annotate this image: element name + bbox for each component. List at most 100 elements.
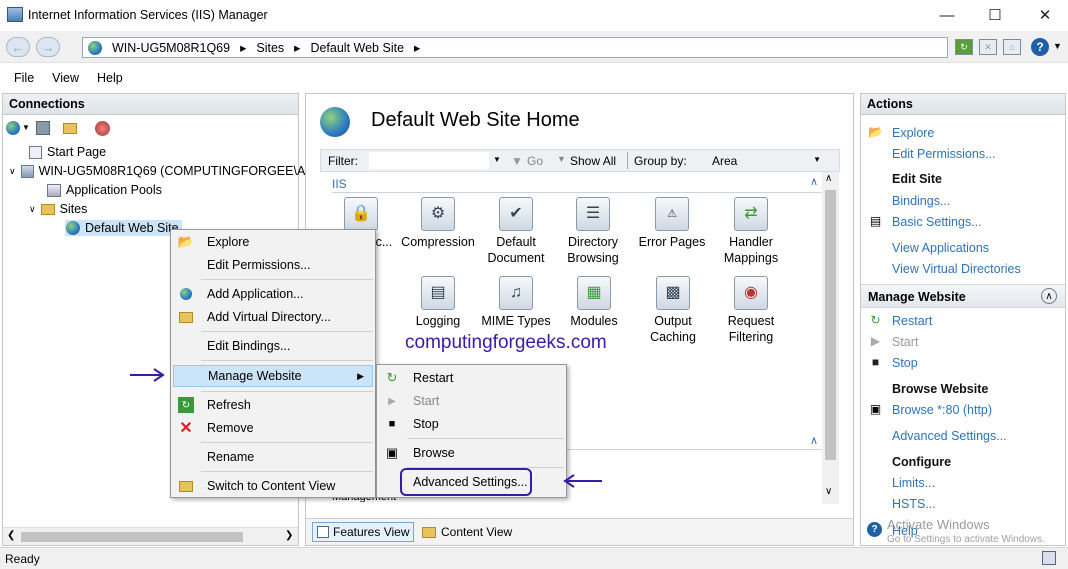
feature-compression[interactable]: ⚙ Compression xyxy=(398,197,478,250)
feature-directory-browsing[interactable]: ☰ Directory Browsing xyxy=(553,197,633,266)
home-icon[interactable]: ⌂ xyxy=(1003,39,1021,55)
window-title: Internet Information Services (IIS) Mana… xyxy=(28,8,268,22)
save-icon[interactable] xyxy=(36,121,50,135)
chevron-down-icon[interactable]: ▼ xyxy=(1053,41,1062,51)
collapse-icon[interactable]: ∧ xyxy=(1041,288,1057,304)
ctx-explore[interactable]: 📂 Explore xyxy=(171,231,375,253)
action-advanced-settings[interactable]: Advanced Settings... xyxy=(892,429,1007,443)
disconnect-icon[interactable] xyxy=(95,121,110,136)
action-explore[interactable]: Explore xyxy=(892,126,934,140)
ctx-edit-bindings[interactable]: Edit Bindings... xyxy=(171,335,375,357)
filter-input[interactable] xyxy=(369,152,489,169)
minimize-button[interactable]: — xyxy=(924,0,970,30)
restart-icon: ↻ xyxy=(870,313,881,327)
sub-restart[interactable]: ↻ Restart xyxy=(377,367,566,389)
browse-icon: ▣ xyxy=(385,445,399,460)
chevron-down-icon[interactable]: ∨ xyxy=(9,166,16,177)
collapse-icon[interactable]: ∧ xyxy=(810,175,818,188)
sub-browse[interactable]: ▣ Browse xyxy=(377,442,566,464)
ctx-edit-permissions[interactable]: Edit Permissions... xyxy=(171,254,375,276)
menu-view[interactable]: View xyxy=(52,71,79,85)
scroll-thumb[interactable] xyxy=(21,532,243,542)
action-limits[interactable]: Limits... xyxy=(892,476,935,490)
actions-panel: Actions 📂 Explore Edit Permissions... Ed… xyxy=(860,93,1066,546)
up-folder-icon[interactable] xyxy=(63,123,77,134)
content-view-tab[interactable]: Content View xyxy=(418,522,516,542)
maximize-button[interactable]: ☐ xyxy=(972,0,1018,30)
ctx-refresh[interactable]: ↻ Refresh xyxy=(171,394,375,416)
help-icon: ? xyxy=(867,522,882,537)
ctx-add-virtual-directory[interactable]: Add Virtual Directory... xyxy=(171,306,375,328)
group-by-select[interactable]: Area ▼ xyxy=(697,152,825,169)
ctx-separator xyxy=(201,471,373,472)
ctx-remove[interactable]: ✕ Remove xyxy=(171,417,375,439)
add-application-icon xyxy=(178,286,194,302)
help-icon[interactable]: ? xyxy=(1031,38,1049,56)
scroll-down-icon[interactable]: ∨ xyxy=(825,486,832,497)
show-all-button[interactable]: Show All xyxy=(570,154,616,168)
scroll-up-icon[interactable]: ∧ xyxy=(825,173,832,184)
scroll-left-icon[interactable]: ❮ xyxy=(7,530,15,541)
chevron-down-icon[interactable]: ▼ xyxy=(22,123,30,132)
collapse-icon[interactable]: ∧ xyxy=(810,434,818,447)
feature-default-document[interactable]: ✔ Default Document xyxy=(476,197,556,266)
close-button[interactable]: ✕ xyxy=(1022,0,1068,30)
connect-icon[interactable] xyxy=(6,121,20,135)
go-button[interactable]: Go xyxy=(527,154,543,168)
action-browse-80[interactable]: Browse *:80 (http) xyxy=(892,403,992,417)
globe-icon xyxy=(88,40,102,55)
ctx-switch-to-content-view[interactable]: Switch to Content View xyxy=(171,475,375,497)
feature-mime-types[interactable]: ♫ MIME Types xyxy=(476,276,556,329)
address-bar[interactable]: WIN-UG5M08R1Q69 ▸ Sites ▸ Default Web Si… xyxy=(82,37,948,58)
feature-output-caching[interactable]: ▩ Output Caching xyxy=(633,276,713,345)
tree-sites[interactable]: ∨ Sites xyxy=(29,202,87,216)
action-basic-settings[interactable]: Basic Settings... xyxy=(892,215,982,229)
tree-default-web-site[interactable]: Default Web Site xyxy=(65,220,182,236)
action-view-virtual-directories[interactable]: View Virtual Directories xyxy=(892,262,1021,276)
basic-settings-icon: ▤ xyxy=(869,214,882,228)
center-vscrollbar[interactable]: ∧ ∨ xyxy=(822,172,839,504)
crumb-sites[interactable]: Sites xyxy=(256,41,284,55)
connections-hscrollbar[interactable]: ❮ ❯ xyxy=(3,527,298,545)
tree-application-pools[interactable]: Application Pools xyxy=(47,183,162,197)
action-stop[interactable]: Stop xyxy=(892,356,918,370)
section-iis-header[interactable]: IIS ∧ xyxy=(332,175,822,193)
feature-handler-mappings[interactable]: ⇄ Handler Mappings xyxy=(711,197,791,266)
menu-help[interactable]: Help xyxy=(97,71,123,85)
globe-icon xyxy=(66,221,80,235)
forward-button[interactable]: → xyxy=(36,37,60,57)
features-view-tab[interactable]: Features View xyxy=(312,522,415,542)
crumb-default-site[interactable]: Default Web Site xyxy=(310,41,404,55)
back-button[interactable]: ← xyxy=(6,37,30,57)
funnel-icon: ▼ xyxy=(511,154,523,168)
feature-request-filtering[interactable]: ◉ Request Filtering xyxy=(711,276,791,345)
ctx-add-application[interactable]: Add Application... xyxy=(171,283,375,305)
feature-modules[interactable]: ▦ Modules xyxy=(554,276,634,329)
action-restart[interactable]: Restart xyxy=(892,314,932,328)
refresh-icon[interactable]: ↻ xyxy=(955,39,973,55)
handler-mappings-icon: ⇄ xyxy=(734,197,768,231)
action-bindings[interactable]: Bindings... xyxy=(892,194,950,208)
feature-error-pages[interactable]: ⚠ Error Pages xyxy=(632,197,712,250)
chevron-down-icon[interactable]: ▼ xyxy=(493,155,501,164)
action-edit-permissions[interactable]: Edit Permissions... xyxy=(892,147,996,161)
manage-website-section-header[interactable]: Manage Website ∧ xyxy=(861,284,1065,308)
tree-server[interactable]: ∨ WIN-UG5M08R1Q69 (COMPUTINGFORGEE\A xyxy=(9,164,305,178)
lock-user-icon: 🔒 xyxy=(344,197,378,231)
sub-stop[interactable]: ■ Stop xyxy=(377,413,566,435)
scroll-thumb[interactable] xyxy=(825,190,836,460)
ctx-rename[interactable]: Rename xyxy=(171,446,375,468)
tree-start-page[interactable]: Start Page xyxy=(29,145,106,159)
ctx-manage-website[interactable]: Manage Website ▶ xyxy=(173,365,373,387)
show-all-icon: ▼ xyxy=(557,154,566,164)
crumb-server[interactable]: WIN-UG5M08R1Q69 xyxy=(112,41,230,55)
stop-icon[interactable]: ✕ xyxy=(979,39,997,55)
title-bar: Internet Information Services (IIS) Mana… xyxy=(0,0,1068,30)
action-hsts[interactable]: HSTS... xyxy=(892,497,936,511)
action-view-applications[interactable]: View Applications xyxy=(892,241,989,255)
feature-logging[interactable]: ▤ Logging xyxy=(398,276,478,329)
scroll-right-icon[interactable]: ❯ xyxy=(285,530,293,541)
chevron-down-icon[interactable]: ∨ xyxy=(29,204,36,215)
sub-start: ▶ Start xyxy=(377,390,566,412)
menu-file[interactable]: File xyxy=(14,71,34,85)
